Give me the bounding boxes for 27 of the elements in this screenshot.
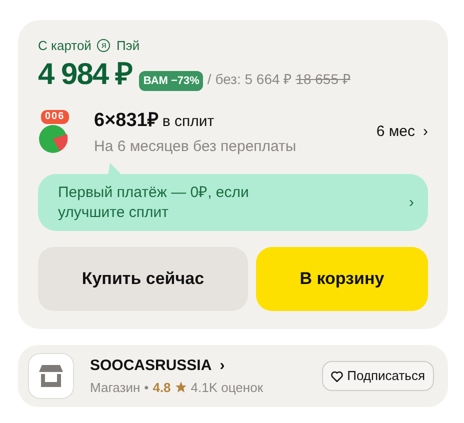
heart-icon <box>331 370 344 382</box>
promo-banner[interactable]: Первый платёж — 0₽, если улучшите сплит › <box>38 174 428 231</box>
subscribe-button[interactable]: Подписаться <box>322 361 434 391</box>
add-to-cart-button[interactable]: В корзину <box>256 247 428 311</box>
shop-name-link[interactable]: SOOCASRUSSIA › <box>90 355 225 378</box>
pay-logo-icon: я <box>97 39 110 52</box>
rating-value: 4.8 <box>152 378 171 396</box>
split-badge: 006 <box>41 110 69 124</box>
split-subtitle: На 6 месяцев без переплаты <box>94 136 298 156</box>
promo-text: Первый платёж — 0₽, если улучшите сплит <box>58 183 250 222</box>
card-label: Пэй <box>116 37 140 55</box>
discount-badge: ВАМ −73% <box>139 70 204 91</box>
buy-now-button[interactable]: Купить сейчас <box>38 247 248 311</box>
chevron-icon: › <box>409 192 414 212</box>
separator-dot: • <box>144 378 149 396</box>
shop-type: Магазин <box>90 378 140 396</box>
card-label: С картой <box>38 37 92 55</box>
split-amount: 6×831₽ <box>94 109 158 133</box>
old-price: 18 655 ₽ <box>296 70 350 88</box>
split-label: в сплит <box>162 112 214 132</box>
term-selector[interactable]: 6 мес › <box>376 121 428 144</box>
review-count: 4.1K оценок <box>190 378 264 397</box>
watermelon-icon <box>38 124 68 154</box>
regular-price-text: / без: 5 664 ₽ <box>207 70 292 88</box>
star-icon <box>174 381 187 394</box>
price-text: 4 984 ₽ <box>38 60 132 90</box>
shop-icon <box>39 365 63 387</box>
